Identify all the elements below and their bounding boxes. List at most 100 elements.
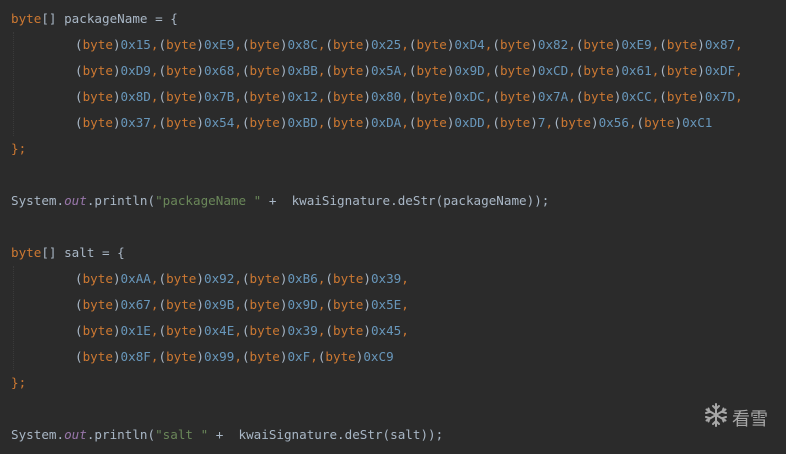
byte-literal: 0xDC [454, 89, 485, 104]
watermark: 看雪 [702, 401, 768, 434]
paren: ) [697, 37, 705, 52]
byte-literal: 0x99 [204, 349, 235, 364]
string-literal: "packageName " [155, 193, 262, 208]
comma: , [568, 37, 576, 52]
salt-bytes-row: (byte)0xAA,(byte)0x92,(byte)0xB6,(byte)0… [75, 266, 409, 292]
byte-literal: 0x9D [287, 297, 318, 312]
paren: ) [363, 115, 371, 130]
paren: ( [75, 63, 83, 78]
byte-literal: 0x87 [704, 37, 736, 52]
byte-cast-keyword: byte [333, 297, 364, 312]
byte-literal: 0xB6 [287, 271, 318, 286]
comma: , [234, 89, 242, 104]
paren: ) [196, 89, 204, 104]
paren: ( [492, 63, 500, 78]
string-literal: "salt " [155, 427, 209, 442]
byte-cast-keyword: byte [583, 63, 614, 78]
byte-cast-keyword: byte [166, 271, 197, 286]
byte-literal: 0xE9 [204, 37, 235, 52]
paren: ) [530, 63, 538, 78]
println-line-package: System.out.println("packageName " + kwai… [11, 188, 549, 214]
byte-literal: 0xF [287, 349, 311, 364]
byte-literal: 0x15 [120, 37, 151, 52]
byte-literal: 0x4E [204, 323, 235, 338]
byte-cast-keyword: byte [333, 323, 364, 338]
paren: ( [241, 349, 250, 364]
paren: ( [241, 323, 250, 338]
code-editor[interactable]: byte[] packageName = { (byte)0x15,(byte)… [0, 0, 786, 454]
comma: , [234, 37, 242, 52]
comma: , [545, 115, 554, 130]
paren: ( [553, 115, 561, 130]
byte-cast-keyword: byte [166, 63, 197, 78]
comma: , [568, 63, 576, 78]
system-text: System. [11, 427, 65, 442]
byte-literal: 0x92 [204, 271, 235, 286]
byte-cast-keyword: byte [333, 271, 364, 286]
println-args: + kwaiSignature.deStr(packageName)); [261, 193, 550, 208]
paren: ( [241, 271, 250, 286]
byte-cast-keyword: byte [249, 323, 280, 338]
paren: ( [325, 89, 333, 104]
closing-brace-line: }; [11, 375, 27, 390]
paren: ( [241, 63, 250, 78]
byte-literal: 0x45 [370, 323, 402, 338]
paren: ) [112, 115, 121, 130]
byte-literal: 0x8C [287, 37, 318, 52]
byte-cast-keyword: byte [644, 115, 675, 130]
comma: , [735, 63, 743, 78]
paren: ) [112, 271, 121, 286]
byte-literal: 0x9B [204, 297, 235, 312]
paren: ) [196, 349, 204, 364]
paren: ( [325, 297, 333, 312]
byte-literal: 0x7A [537, 89, 569, 104]
paren: ) [591, 115, 599, 130]
paren: ) [363, 271, 371, 286]
paren: ( [659, 63, 667, 78]
byte-cast-keyword: byte [325, 349, 356, 364]
byte-cast-keyword: byte [166, 323, 197, 338]
byte-cast-keyword: byte [333, 63, 364, 78]
paren: ( [325, 115, 333, 130]
paren: ) [196, 323, 204, 338]
byte-cast-keyword: byte [82, 63, 113, 78]
comma: , [234, 63, 242, 78]
package-decl-rest: [] packageName = { [41, 11, 178, 26]
byte-cast-keyword: byte [416, 63, 447, 78]
paren: ) [363, 37, 371, 52]
byte-cast-keyword: byte [82, 115, 113, 130]
paren: ) [112, 37, 121, 52]
byte-cast-keyword: byte [583, 89, 614, 104]
byte-cast-keyword: byte [666, 37, 698, 52]
paren: ) [530, 89, 538, 104]
byte-cast-keyword: byte [499, 115, 531, 130]
byte-literal: 0x61 [621, 63, 652, 78]
byte-cast-keyword: byte [499, 63, 531, 78]
byte-cast-keyword: byte [249, 63, 280, 78]
byte-cast-keyword: byte [499, 89, 531, 104]
package-bytes-row: (byte)0xD9,(byte)0x68,(byte)0xBB,(byte)0… [75, 58, 743, 84]
comma: , [401, 115, 409, 130]
paren: ( [325, 63, 333, 78]
paren: ( [241, 37, 250, 52]
byte-literal: 0xAA [120, 271, 151, 286]
byte-cast-keyword: byte [333, 89, 364, 104]
paren: ( [75, 115, 83, 130]
out-field: out [64, 193, 87, 208]
comma: , [234, 115, 242, 130]
paren: ) [697, 63, 705, 78]
byte-literal: 0x56 [598, 115, 629, 130]
salt-decl-rest: [] salt = { [41, 245, 125, 260]
paren: ( [158, 271, 167, 286]
comma: , [401, 89, 409, 104]
byte-cast-keyword: byte [82, 349, 113, 364]
byte-cast-keyword: byte [166, 115, 197, 130]
byte-keyword: byte [11, 11, 42, 26]
byte-literal: 0x25 [370, 37, 402, 52]
byte-cast-keyword: byte [82, 89, 113, 104]
byte-literal: 0x8F [120, 349, 151, 364]
byte-literal: 0xD4 [454, 37, 485, 52]
watermark-text: 看雪 [732, 408, 768, 430]
paren: ) [530, 37, 538, 52]
comma: , [234, 297, 242, 312]
